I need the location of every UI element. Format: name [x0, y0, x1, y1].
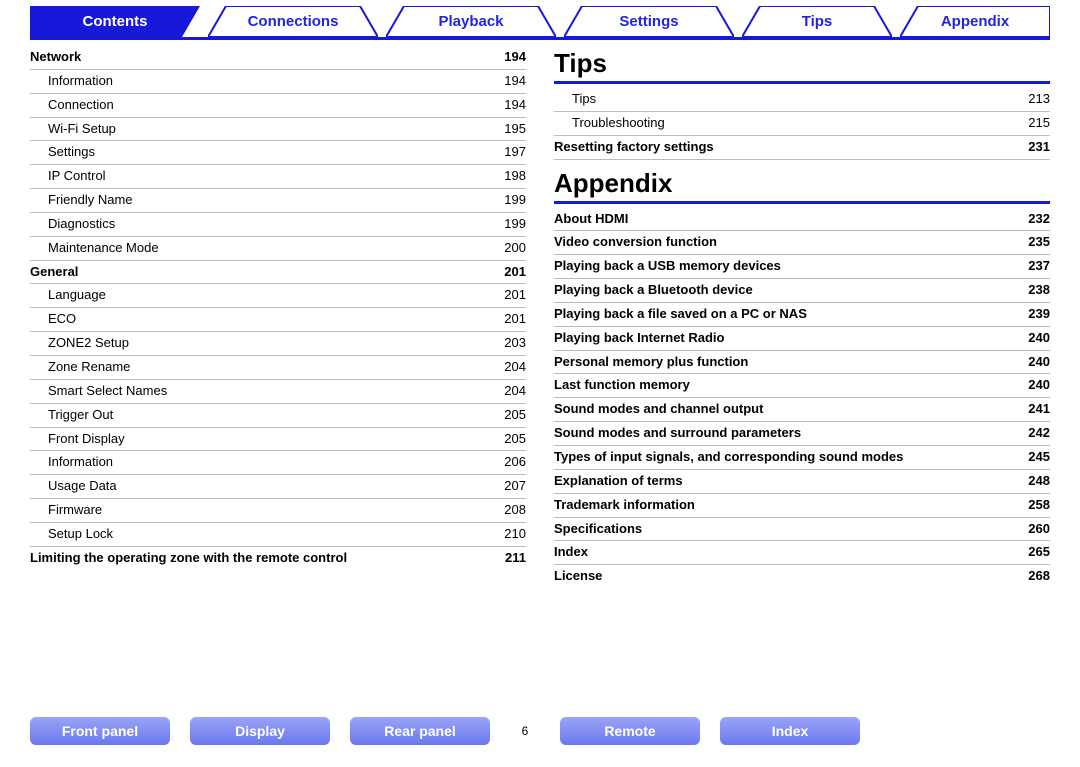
- toc-row[interactable]: Connection194: [30, 94, 526, 118]
- toc-row[interactable]: ECO201: [30, 308, 526, 332]
- toc-row[interactable]: Smart Select Names204: [30, 380, 526, 404]
- section-heading-appendix: Appendix: [554, 168, 1050, 199]
- nav-remote-button[interactable]: Remote: [560, 717, 700, 745]
- toc-row[interactable]: Sound modes and channel output241: [554, 398, 1050, 422]
- nav-index-button[interactable]: Index: [720, 717, 860, 745]
- right-column: Tips Tips213 Troubleshooting215 Resettin…: [554, 46, 1050, 588]
- toc-row[interactable]: ZONE2 Setup203: [30, 332, 526, 356]
- toc-row[interactable]: Information194: [30, 70, 526, 94]
- toc-row[interactable]: Index265: [554, 541, 1050, 565]
- section-heading-tips: Tips: [554, 48, 1050, 79]
- toc-row[interactable]: Language201: [30, 284, 526, 308]
- toc-row[interactable]: Wi-Fi Setup195: [30, 118, 526, 142]
- tab-connections[interactable]: Connections: [208, 6, 378, 37]
- toc-row[interactable]: Maintenance Mode200: [30, 237, 526, 261]
- top-nav: Contents Connections Playback Settings T…: [30, 6, 1050, 40]
- tab-settings[interactable]: Settings: [564, 6, 734, 37]
- toc-row[interactable]: Last function memory240: [554, 374, 1050, 398]
- toc-row[interactable]: Explanation of terms248: [554, 470, 1050, 494]
- toc-row[interactable]: Usage Data207: [30, 475, 526, 499]
- content-area: Network194 Information194 Connection194 …: [0, 40, 1080, 588]
- toc-row[interactable]: Firmware208: [30, 499, 526, 523]
- nav-display-button[interactable]: Display: [190, 717, 330, 745]
- toc-row[interactable]: IP Control198: [30, 165, 526, 189]
- toc-row[interactable]: Sound modes and surround parameters242: [554, 422, 1050, 446]
- toc-row-network[interactable]: Network194: [30, 46, 526, 70]
- toc-row-general[interactable]: General201: [30, 261, 526, 285]
- nav-rear-panel-button[interactable]: Rear panel: [350, 717, 490, 745]
- tab-contents[interactable]: Contents: [30, 6, 200, 37]
- toc-row[interactable]: Diagnostics199: [30, 213, 526, 237]
- toc-row[interactable]: Tips213: [554, 88, 1050, 112]
- toc-row[interactable]: Trademark information258: [554, 494, 1050, 518]
- toc-row[interactable]: Front Display205: [30, 428, 526, 452]
- page-number: 6: [510, 724, 540, 738]
- divider: [554, 81, 1050, 84]
- toc-row[interactable]: Playing back a USB memory devices237: [554, 255, 1050, 279]
- nav-front-panel-button[interactable]: Front panel: [30, 717, 170, 745]
- toc-row[interactable]: License268: [554, 565, 1050, 588]
- toc-row[interactable]: Playing back Internet Radio240: [554, 327, 1050, 351]
- tab-tips[interactable]: Tips: [742, 6, 892, 37]
- toc-row[interactable]: Playing back a file saved on a PC or NAS…: [554, 303, 1050, 327]
- toc-row[interactable]: Playing back a Bluetooth device238: [554, 279, 1050, 303]
- toc-row-resetting[interactable]: Resetting factory settings231: [554, 136, 1050, 160]
- toc-row[interactable]: Trigger Out205: [30, 404, 526, 428]
- toc-row[interactable]: Zone Rename204: [30, 356, 526, 380]
- toc-row[interactable]: Video conversion function235: [554, 231, 1050, 255]
- tab-appendix[interactable]: Appendix: [900, 6, 1050, 37]
- toc-row[interactable]: Setup Lock210: [30, 523, 526, 547]
- toc-row[interactable]: Specifications260: [554, 518, 1050, 542]
- toc-row[interactable]: Troubleshooting215: [554, 112, 1050, 136]
- bottom-nav: Front panel Display Rear panel 6 Remote …: [30, 717, 1050, 745]
- tab-playback[interactable]: Playback: [386, 6, 556, 37]
- toc-row[interactable]: Information206: [30, 451, 526, 475]
- toc-row[interactable]: Personal memory plus function240: [554, 351, 1050, 375]
- toc-row-limiting[interactable]: Limiting the operating zone with the rem…: [30, 547, 526, 570]
- toc-row[interactable]: Types of input signals, and correspondin…: [554, 446, 1050, 470]
- toc-row[interactable]: Friendly Name199: [30, 189, 526, 213]
- toc-row[interactable]: Settings197: [30, 141, 526, 165]
- left-column: Network194 Information194 Connection194 …: [30, 46, 526, 588]
- divider: [554, 201, 1050, 204]
- toc-row[interactable]: About HDMI232: [554, 208, 1050, 232]
